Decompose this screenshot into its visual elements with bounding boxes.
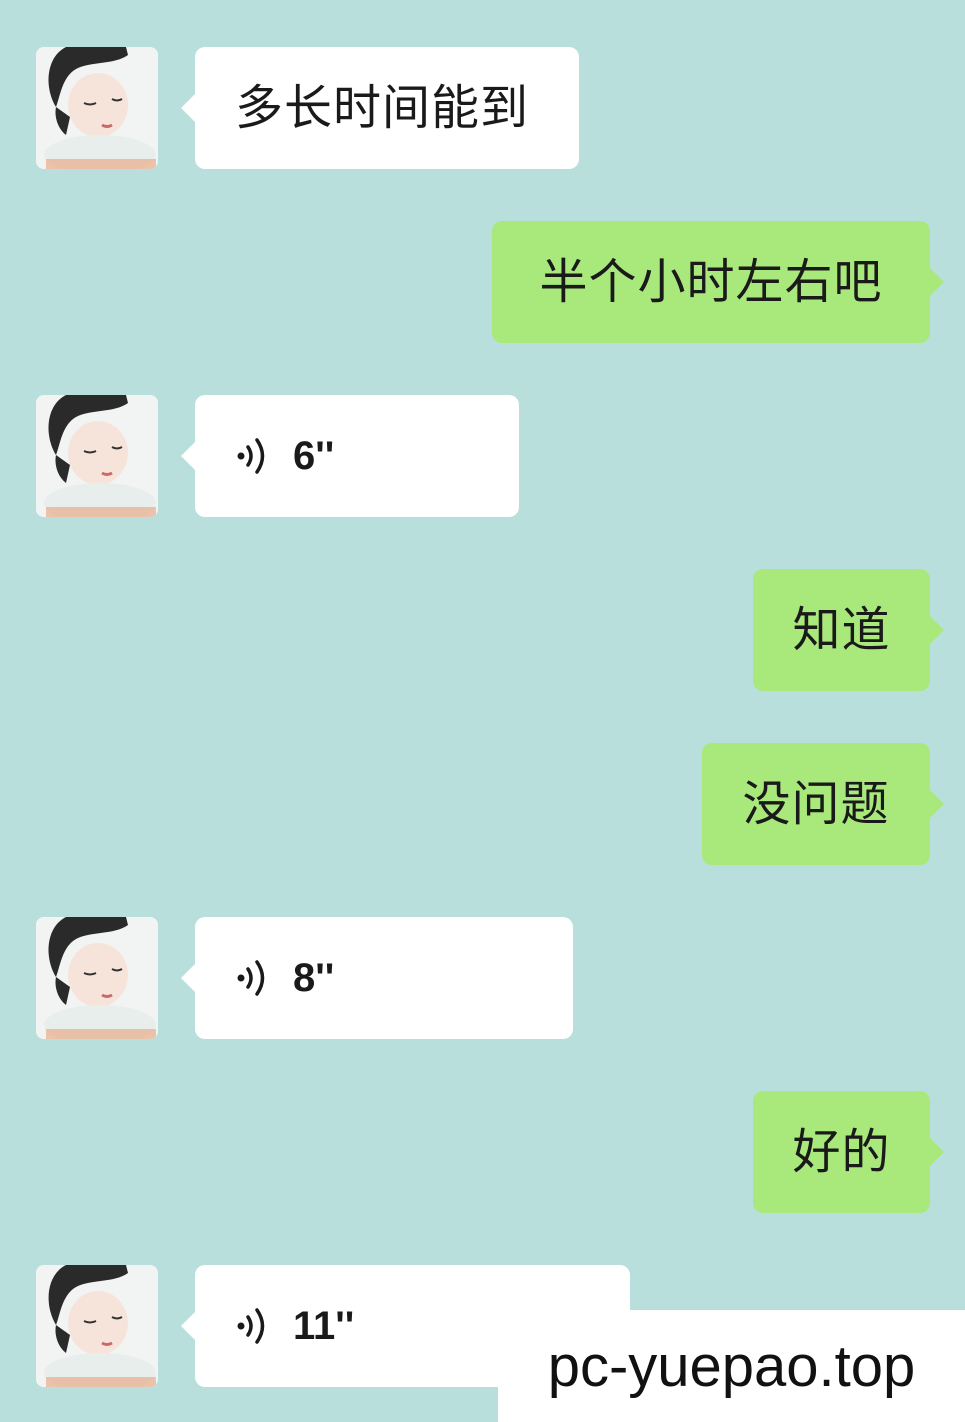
voice-message-bubble[interactable]: 8'': [181, 917, 573, 1039]
avatar-girl-icon: [36, 395, 158, 517]
message-text: 没问题: [742, 776, 890, 832]
message-text: 知道: [792, 602, 891, 658]
voice-wave-icon: [235, 958, 271, 998]
message-bubble-sent[interactable]: 没问题: [702, 743, 944, 865]
voice-wave-icon: [235, 436, 271, 476]
voice-duration: 11'': [293, 1303, 355, 1348]
voice-duration: 8'': [293, 955, 335, 1000]
message-text: 半个小时左右吧: [539, 254, 883, 310]
watermark: pc-yuepao.top: [498, 1310, 965, 1422]
avatar-girl-icon: [36, 917, 158, 1039]
avatar[interactable]: [36, 395, 158, 517]
message-bubble-sent[interactable]: 好的: [753, 1091, 944, 1213]
message-text: 好的: [792, 1124, 891, 1180]
message-bubble-sent[interactable]: 知道: [753, 569, 944, 691]
message-bubble-received[interactable]: 多长时间能到: [181, 47, 579, 169]
voice-duration: 6'': [293, 433, 335, 478]
avatar[interactable]: [36, 917, 158, 1039]
message-bubble-sent[interactable]: 半个小时左右吧: [492, 221, 944, 343]
voice-message-bubble[interactable]: 6'': [181, 395, 519, 517]
watermark-text: pc-yuepao.top: [547, 1333, 916, 1399]
avatar[interactable]: [36, 1265, 158, 1387]
message-text: 多长时间能到: [235, 80, 530, 136]
avatar-girl-icon: [36, 1265, 158, 1387]
avatar[interactable]: [36, 47, 158, 169]
avatar-girl-icon: [36, 47, 158, 169]
voice-wave-icon: [235, 1306, 271, 1346]
